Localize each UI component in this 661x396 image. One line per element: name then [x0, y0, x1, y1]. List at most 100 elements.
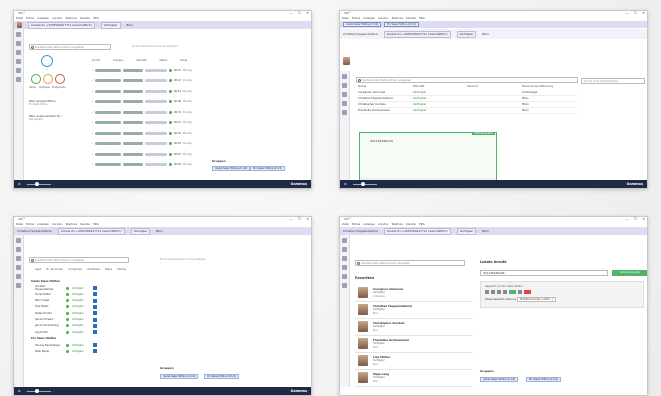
location-label[interactable]: Büro	[482, 229, 489, 233]
group-button[interactable]: Pro Sales Hotline (0 1/2)	[526, 377, 561, 382]
contact-row[interactable]: Christopher Kurdels Verfügbar Büro	[358, 102, 577, 108]
search-input[interactable]: Kontakt oder Rufnummer eingeben	[356, 77, 578, 83]
line-selector[interactable]: Amelie 01 +4935560447711 (Geschäftlich)	[57, 227, 125, 235]
transfer-button[interactable]	[518, 290, 522, 294]
group-button[interactable]: Pro Sales Hotline (0 1/2)	[250, 166, 285, 171]
accept-button[interactable]	[509, 290, 516, 294]
agent-row[interactable]: Peter Meyer Verfügbar	[35, 348, 97, 354]
active-call-card[interactable]: Verbindung aktiv 021136180219	[359, 131, 497, 185]
favorite-item[interactable]: Caregiver Gimonea Verfügbar Unterwegs	[355, 285, 473, 302]
settings-icon[interactable]: ⚙	[18, 389, 21, 393]
filter-group-entry[interactable]: Mein gruppe filtern Pro Sales Hotline	[29, 99, 56, 106]
contacts-icon[interactable]	[342, 83, 347, 88]
tracking-icon[interactable]	[93, 304, 97, 309]
expand-icon[interactable]: ›	[92, 142, 93, 145]
volume-slider[interactable]	[26, 389, 51, 393]
history-icon[interactable]	[16, 274, 21, 279]
dashboard-icon[interactable]	[342, 247, 347, 252]
settings-icon[interactable]	[16, 77, 21, 82]
avatar[interactable]	[343, 57, 350, 65]
phone-icon[interactable]	[342, 92, 347, 97]
home-icon[interactable]	[16, 238, 21, 243]
group-button[interactable]: Inside Sales Hotline (0 1/2)	[212, 166, 251, 171]
group-button[interactable]: Inside Sales Hotline (0 1/2)	[480, 377, 519, 382]
tracking-icon[interactable]	[93, 343, 97, 347]
settings-icon[interactable]	[342, 283, 347, 288]
table-row[interactable]: › 00:12 Montag	[92, 76, 236, 87]
favorite-item[interactable]: Christian Huppendahmel Verfügbar Büro	[355, 302, 473, 319]
agent-row[interactable]: Hannes Freudenberg Verfügbar	[35, 342, 97, 348]
expand-icon[interactable]: ›	[92, 153, 93, 156]
favorite-item[interactable]: Maja Lang Verfügbar Büro	[355, 370, 473, 387]
settings-icon[interactable]: ⚙	[344, 182, 347, 186]
contacts-icon[interactable]	[342, 256, 347, 261]
group-button[interactable]: Inside Sales Hotline (0 1/2)	[343, 21, 382, 27]
favorite-item[interactable]: Lisa Müller Verfügbar Büro	[355, 353, 473, 370]
expand-icon[interactable]: ›	[92, 132, 93, 135]
expand-icon[interactable]: ›	[92, 163, 93, 166]
group-button[interactable]: Inside Sales Hotline (0 1/2)	[160, 374, 199, 379]
tracking-icon[interactable]	[93, 317, 97, 322]
hangup-button[interactable]	[524, 290, 531, 294]
group-button[interactable]: Pro Sales Hotline (0 1/2)	[384, 21, 419, 27]
history-icon[interactable]	[16, 68, 21, 73]
tracking-icon[interactable]	[93, 349, 97, 354]
group-button[interactable]: Pro Sales Hotline (0 1/2)	[204, 374, 239, 379]
tracking-icon[interactable]	[93, 286, 97, 290]
tracking-icon[interactable]	[93, 292, 97, 297]
contact-row[interactable]: Franziska Grohnemann Verfügbar Büro	[358, 108, 577, 114]
table-row[interactable]: › 00:08 Montag	[92, 97, 236, 108]
phone-icon[interactable]	[16, 265, 21, 270]
location-label[interactable]: Büro	[482, 32, 489, 36]
availability-selector[interactable]: Verfügbar	[456, 227, 477, 235]
agent-row[interactable]: Daniel Schwarz Verfügbar	[35, 317, 97, 323]
search-input[interactable]: Kontakt oder Rufnummer eingeben	[355, 260, 465, 266]
expand-icon[interactable]: ›	[92, 100, 93, 103]
dashboard-icon[interactable]	[16, 41, 21, 46]
expand-icon[interactable]: ›	[92, 90, 93, 93]
phone-icon[interactable]	[16, 59, 21, 64]
dial-number-input[interactable]: 021136180299	[480, 270, 608, 276]
agent-row[interactable]: Felix Müller Verfügbar	[35, 304, 97, 310]
agent-row[interactable]: Stefan Hertler Verfügbar	[35, 310, 97, 316]
location-label[interactable]: Büro	[127, 23, 134, 27]
agent-row[interactable]: Christian Huppendahmel Verfügbar	[35, 285, 97, 291]
settings-icon[interactable]: ⚙	[18, 182, 21, 186]
location-label[interactable]: Büro	[156, 229, 163, 233]
tracking-icon[interactable]	[93, 323, 97, 328]
agent-row[interactable]: Ingrid Kohl Verfügbar	[35, 329, 97, 335]
home-icon[interactable]	[342, 238, 347, 243]
volume-slider[interactable]	[352, 182, 377, 186]
favorite-item[interactable]: Christopher Kurdels Verfügbar Büro	[355, 319, 473, 336]
history-icon[interactable]	[342, 101, 347, 106]
table-row[interactable]: › 00:52 Montag	[92, 139, 236, 150]
transfer-target-select[interactable]: Mobiltel Grandel (+4915...)	[517, 297, 556, 302]
table-row[interactable]: › 00:41 Montag	[92, 86, 236, 97]
phone-icon[interactable]	[342, 265, 347, 270]
volume-slider[interactable]	[26, 182, 51, 186]
tracking-icon[interactable]	[93, 330, 97, 335]
mute-button[interactable]	[485, 290, 489, 294]
history-icon[interactable]	[342, 274, 347, 279]
agent-row[interactable]: Marc Huelst Verfügbar	[35, 298, 97, 304]
availability-selector[interactable]: Verfügbar	[100, 21, 121, 29]
contacts-icon[interactable]	[16, 50, 21, 55]
availability-selector[interactable]: Verfügbar	[456, 30, 477, 38]
home-icon[interactable]	[342, 74, 347, 79]
contact-row[interactable]: Caregiver Gimonea Verfügbar Unterwegs	[358, 90, 577, 96]
search-input[interactable]: Kontakt oder Rufnummer eingeben	[29, 44, 111, 50]
table-row[interactable]: › 00:15 Montag	[92, 65, 236, 76]
agent-row[interactable]: Tomas Heffer Verfügbar	[35, 291, 97, 297]
tracking-icon[interactable]	[93, 311, 97, 316]
table-row[interactable]: › 00:07 Montag	[92, 149, 236, 160]
record-button[interactable]	[503, 290, 507, 294]
line-selector[interactable]: Amelie 01 +4935560447711 (Geschäftlich)	[28, 21, 95, 29]
dashboard-icon[interactable]	[16, 247, 21, 252]
supervised-team-entry[interactable]: Mein supervisierter Te... Alle Agenten	[29, 114, 62, 121]
table-row[interactable]: › 00:33 Montag	[92, 107, 236, 118]
expand-icon[interactable]: ›	[92, 69, 93, 72]
line-selector[interactable]: Amelie 01 +4935560447711 (Geschäftlich)	[383, 227, 451, 235]
settings-icon[interactable]	[16, 283, 21, 288]
contacts-icon[interactable]	[16, 256, 21, 261]
agent-row[interactable]: Jascha Schönerberg Verfügbar	[35, 323, 97, 329]
